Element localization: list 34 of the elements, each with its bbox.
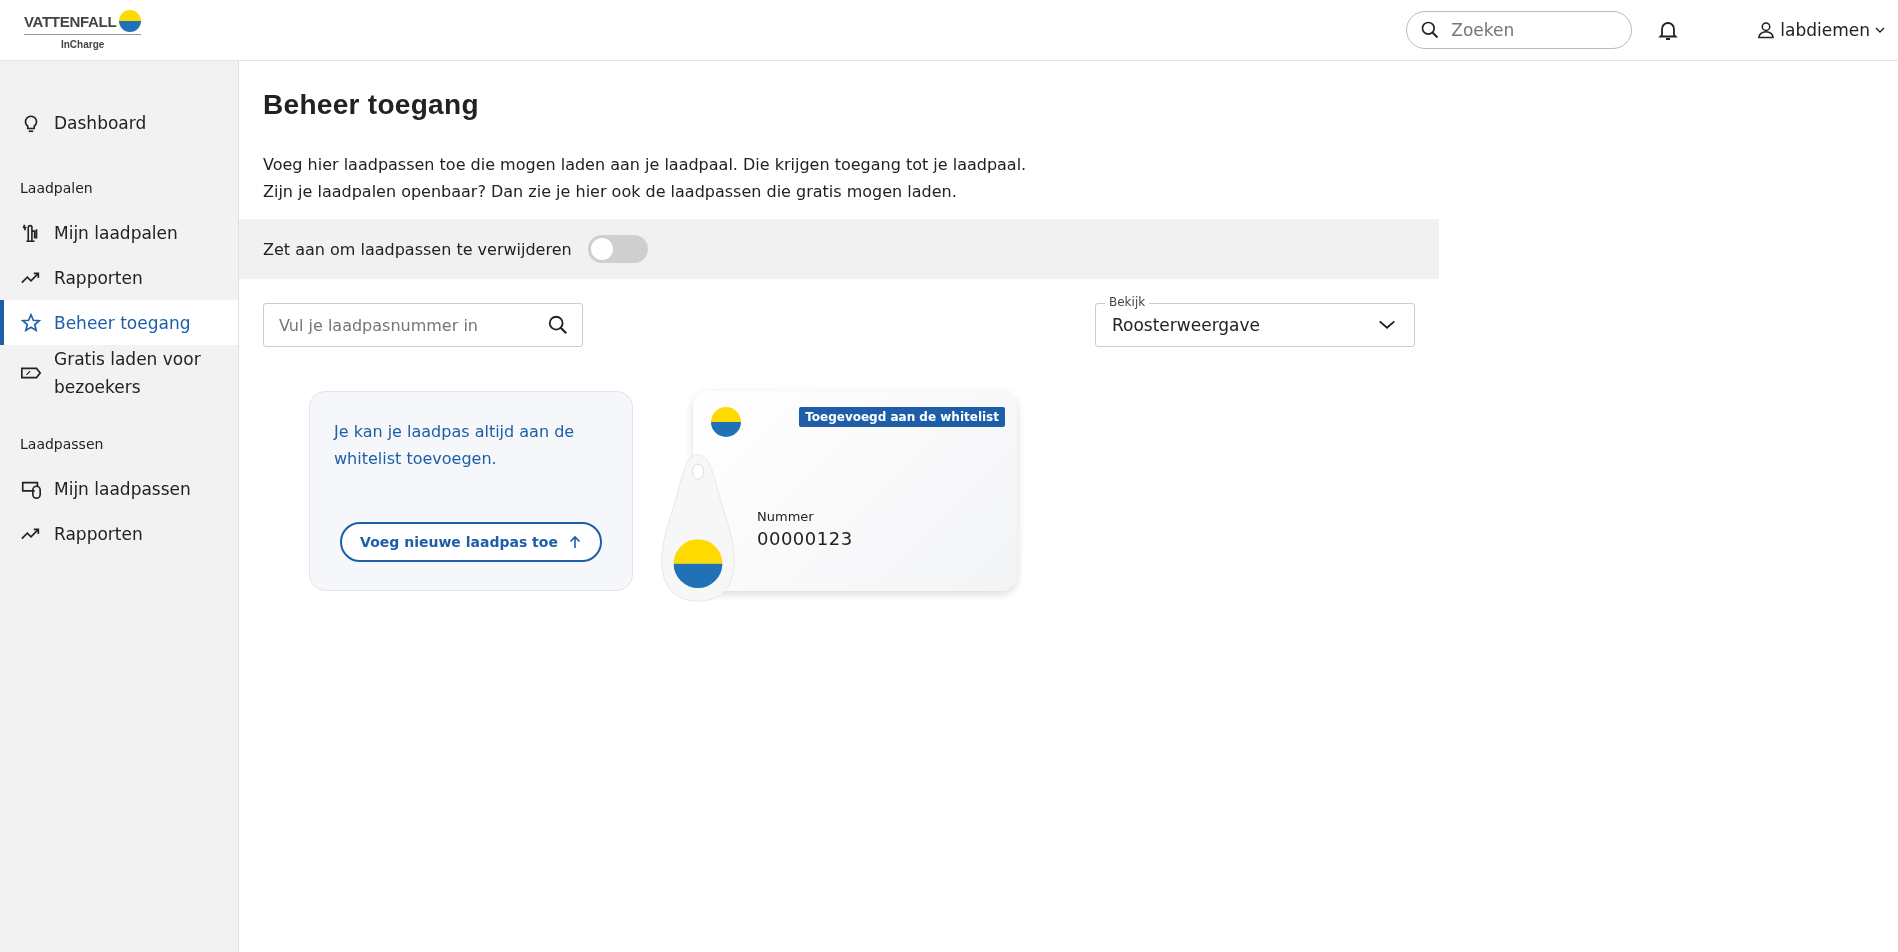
user-menu-button[interactable]: labdiemen bbox=[1756, 20, 1886, 40]
search-icon bbox=[1420, 20, 1441, 40]
page-title: Beheer toegang bbox=[263, 89, 480, 121]
section-heading: Laadpassen bbox=[19, 436, 105, 454]
add-pass-button[interactable]: Voeg nieuwe laadpas toe bbox=[340, 522, 602, 562]
card-text: Je kan je laadpas altijd aan de whitelist toevoegen. bbox=[334, 421, 576, 470]
intro-text: Zijn je laadpalen openbaar? Dan zie je hier ook de laadpassen die gratis mogen laden. bbox=[263, 181, 958, 203]
sidebar-item[interactable]: Dashboard bbox=[0, 100, 238, 145]
sidebar-item[interactable]: Rapporten bbox=[0, 511, 238, 556]
number-label: Nummer bbox=[757, 509, 815, 524]
toggle-switch[interactable] bbox=[587, 235, 648, 263]
toggle-label: Zet aan om laadpassen te verwijderen bbox=[263, 239, 572, 259]
arrow-up-icon bbox=[567, 535, 582, 549]
sidebar-item[interactable]: Mijn laadpassen bbox=[0, 466, 238, 511]
product-name: InCharge bbox=[60, 39, 105, 50]
section-heading: Laadpalen bbox=[19, 180, 94, 198]
sidebar-item[interactable]: Beheer toegang bbox=[0, 300, 238, 345]
logo-icon bbox=[711, 407, 741, 437]
star-icon bbox=[20, 311, 42, 334]
sidebar-item[interactable]: Rapporten bbox=[0, 255, 238, 300]
brand-name: VATTENFALL bbox=[24, 12, 117, 30]
select-label: Bekijk bbox=[1105, 295, 1150, 310]
intro-text: Voeg hier laadpassen toe die mogen laden aan je laadpaal. Die krijgen toegang tot je laadpaal. bbox=[263, 154, 1028, 176]
search-field[interactable]: Vul je laadpasnummer in bbox=[263, 303, 583, 347]
search-icon bbox=[547, 314, 569, 336]
logo-icon bbox=[119, 10, 142, 32]
sidebar-item[interactable]: Mijn laadpalen bbox=[0, 210, 238, 255]
pass-number: 00000123 bbox=[757, 528, 853, 549]
logo[interactable]: VATTENFALL InCharge bbox=[24, 10, 142, 50]
search-field[interactable]: Zoeken bbox=[1406, 11, 1633, 49]
whitelist-badge: Toegevoegd aan de whitelist bbox=[799, 407, 1005, 427]
user-icon bbox=[1756, 20, 1777, 40]
pass-card[interactable]: Toegevoegd aan de whitelist Nummer 00000123 bbox=[693, 391, 1017, 591]
sidebar-item[interactable]: Gratis laden voor bezoekers bbox=[0, 345, 238, 401]
